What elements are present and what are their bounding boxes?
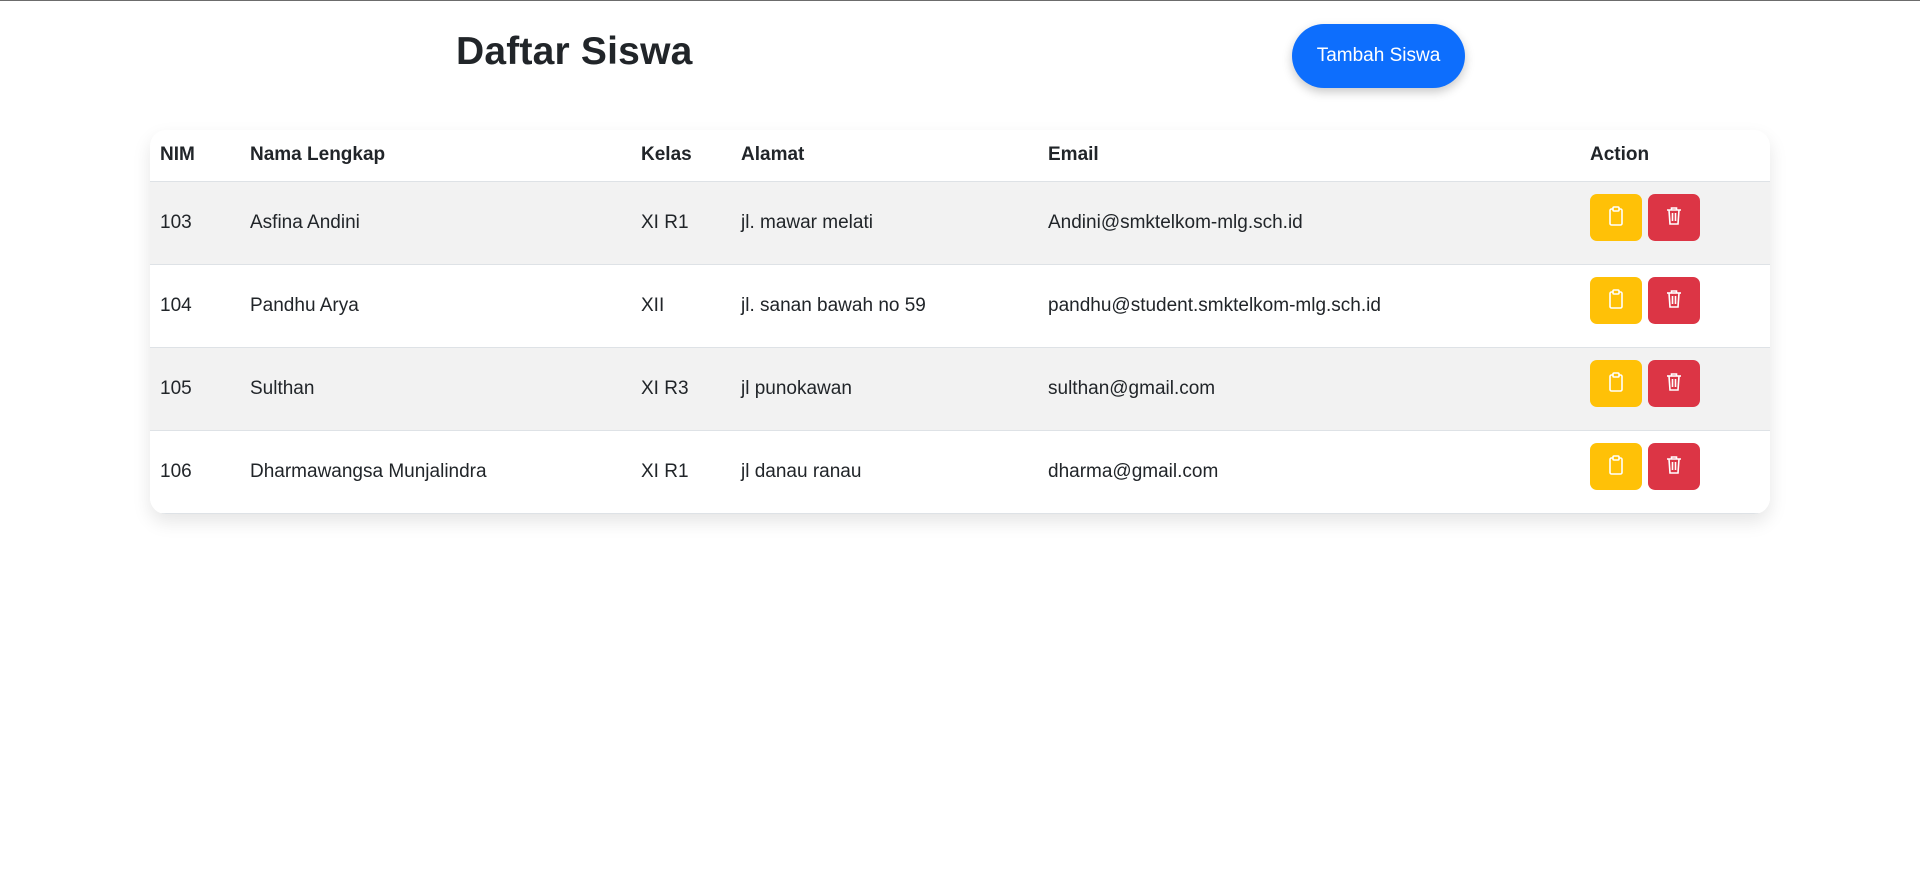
column-header-action: Action [1580,130,1770,182]
trash-icon [1665,455,1683,478]
row-actions [1590,443,1770,490]
table-row: 104 Pandhu Arya XII jl. sanan bawah no 5… [150,264,1770,348]
row-actions [1590,360,1770,407]
cell-alamat: jl danau ranau [731,430,1038,514]
delete-button[interactable] [1648,443,1700,490]
trash-icon [1665,206,1683,229]
cell-alamat: jl. sanan bawah no 59 [731,264,1038,348]
table-header-row: NIM Nama Lengkap Kelas Alamat Email Acti… [150,130,1770,182]
delete-button[interactable] [1648,277,1700,324]
cell-email: sulthan@gmail.com [1038,347,1580,431]
edit-button[interactable] [1590,277,1642,324]
edit-button[interactable] [1590,360,1642,407]
cell-action [1580,264,1770,348]
cell-action [1580,347,1770,431]
add-student-button[interactable]: Tambah Siswa [1292,24,1465,88]
trash-icon [1665,289,1683,312]
column-header-alamat: Alamat [731,130,1038,182]
cell-alamat: jl punokawan [731,347,1038,431]
cell-kelas: XI R1 [631,430,731,514]
cell-email: Andini@smktelkom-mlg.sch.id [1038,181,1580,265]
column-header-nama: Nama Lengkap [240,130,631,182]
table-row: 105 Sulthan XI R3 jl punokawan sulthan@g… [150,347,1770,431]
cell-action [1580,181,1770,265]
table-row: 106 Dharmawangsa Munjalindra XI R1 jl da… [150,430,1770,514]
cell-nama: Sulthan [240,347,631,431]
cell-nim: 103 [150,181,240,265]
column-header-kelas: Kelas [631,130,731,182]
cell-email: dharma@gmail.com [1038,430,1580,514]
table-row: 103 Asfina Andini XI R1 jl. mawar melati… [150,181,1770,265]
edit-button[interactable] [1590,443,1642,490]
student-table-card: NIM Nama Lengkap Kelas Alamat Email Acti… [150,130,1770,514]
cell-nim: 106 [150,430,240,514]
delete-button[interactable] [1648,194,1700,241]
cell-kelas: XII [631,264,731,348]
row-actions [1590,277,1770,324]
column-header-email: Email [1038,130,1580,182]
clipboard-icon [1607,455,1625,478]
column-header-nim: NIM [150,130,240,182]
top-border [0,0,1920,1]
cell-email: pandhu@student.smktelkom-mlg.sch.id [1038,264,1580,348]
cell-nim: 104 [150,264,240,348]
row-actions [1590,194,1770,241]
cell-kelas: XI R3 [631,347,731,431]
edit-button[interactable] [1590,194,1642,241]
clipboard-icon [1607,289,1625,312]
student-table: NIM Nama Lengkap Kelas Alamat Email Acti… [150,130,1770,514]
cell-kelas: XI R1 [631,181,731,265]
trash-icon [1665,372,1683,395]
cell-alamat: jl. mawar melati [731,181,1038,265]
cell-nama: Pandhu Arya [240,264,631,348]
cell-nama: Asfina Andini [240,181,631,265]
delete-button[interactable] [1648,360,1700,407]
cell-nim: 105 [150,347,240,431]
cell-nama: Dharmawangsa Munjalindra [240,430,631,514]
clipboard-icon [1607,372,1625,395]
clipboard-icon [1607,206,1625,229]
table-body: 103 Asfina Andini XI R1 jl. mawar melati… [150,181,1770,514]
cell-action [1580,430,1770,514]
page-title: Daftar Siswa [456,30,693,73]
